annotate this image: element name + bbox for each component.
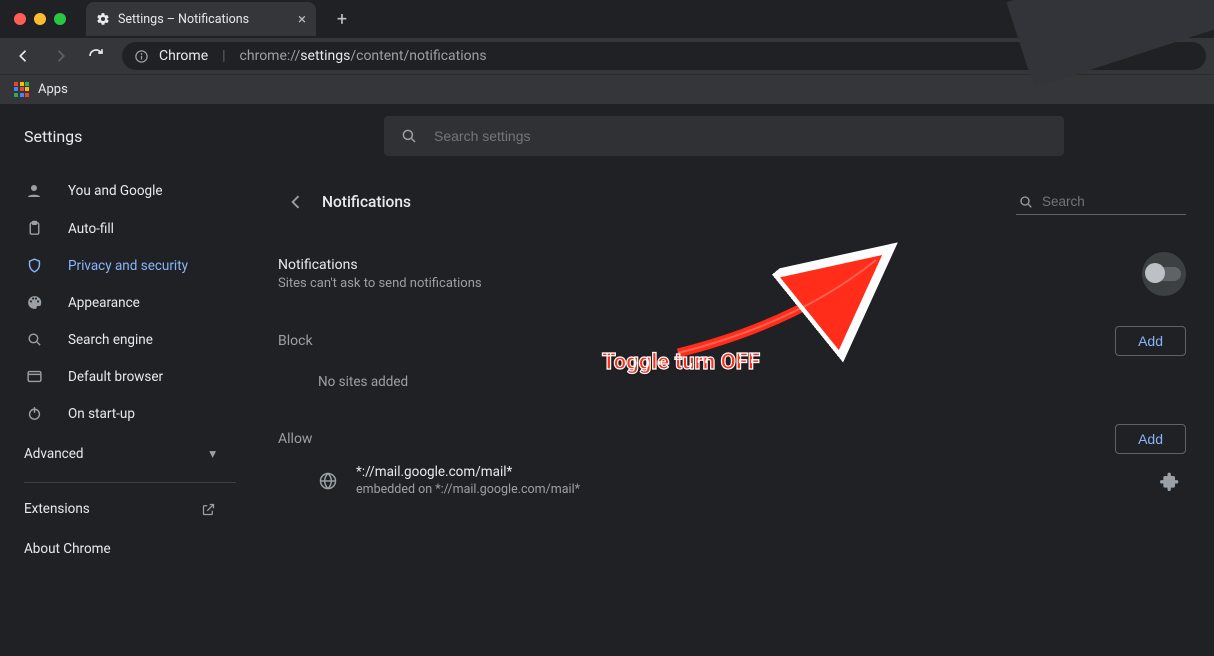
url-origin-label: Chrome xyxy=(159,48,208,64)
person-icon xyxy=(24,182,44,200)
settings-main: Notifications Notifications Sites can't … xyxy=(258,168,1214,569)
gear-icon xyxy=(96,12,110,26)
advanced-label: Advanced xyxy=(24,446,84,462)
sidebar-item-appearance[interactable]: Appearance xyxy=(0,284,244,321)
section-search[interactable] xyxy=(1016,190,1186,215)
separator: | xyxy=(222,48,225,64)
allow-section-header: Allow Add xyxy=(278,418,1186,454)
section-header: Notifications xyxy=(278,180,1214,224)
chevron-down-icon: ▾ xyxy=(209,446,216,462)
allow-label: Allow xyxy=(278,431,312,447)
globe-icon xyxy=(318,471,338,491)
clipboard-icon xyxy=(24,220,44,237)
search-icon xyxy=(400,127,418,145)
sidebar-item-search-engine[interactable]: Search engine xyxy=(0,321,244,358)
settings-sidebar: You and Google Auto-fill Privacy and sec… xyxy=(0,168,258,569)
sidebar-item-label: You and Google xyxy=(68,183,163,199)
allow-add-button[interactable]: Add xyxy=(1115,424,1186,454)
setting-title: Notifications xyxy=(278,257,1142,273)
window-minimize-icon[interactable] xyxy=(34,13,46,25)
shield-icon xyxy=(24,257,44,274)
forward-button[interactable] xyxy=(44,40,76,72)
toggle-track xyxy=(1147,267,1181,281)
back-arrow-button[interactable] xyxy=(278,184,314,220)
window-close-icon[interactable] xyxy=(14,13,26,25)
tab-title: Settings – Notifications xyxy=(118,12,290,27)
block-add-button[interactable]: Add xyxy=(1115,326,1186,356)
sidebar-item-on-startup[interactable]: On start-up xyxy=(0,395,244,432)
site-info-icon[interactable] xyxy=(134,49,149,64)
search-icon xyxy=(24,331,44,348)
settings-search[interactable] xyxy=(384,116,1064,156)
block-label: Block xyxy=(278,333,313,349)
reload-button[interactable] xyxy=(80,40,112,72)
page-title: Settings xyxy=(24,127,364,146)
settings-header: Settings xyxy=(0,104,1214,168)
section-title: Notifications xyxy=(322,193,411,211)
notifications-master-toggle-row: Notifications Sites can't ask to send no… xyxy=(278,248,1186,320)
annotation-text: Toggle turn OFF xyxy=(602,350,760,375)
close-icon[interactable]: × xyxy=(298,10,306,28)
sidebar-advanced-toggle[interactable]: Advanced ▾ xyxy=(0,432,258,476)
site-embed-note: embedded on *://mail.google.com/mail* xyxy=(356,482,1142,497)
sidebar-item-label: On start-up xyxy=(68,406,135,422)
sidebar-item-label: Search engine xyxy=(68,332,153,348)
new-tab-button[interactable]: + xyxy=(328,5,356,33)
sidebar-link-about[interactable]: About Chrome xyxy=(0,529,258,569)
extensions-label: Extensions xyxy=(24,501,90,517)
sidebar-link-extensions[interactable]: Extensions xyxy=(0,489,258,529)
apps-label[interactable]: Apps xyxy=(38,82,68,97)
sidebar-item-you-and-google[interactable]: You and Google xyxy=(0,172,244,210)
url-scheme: chrome:// xyxy=(240,48,301,64)
section-search-input[interactable] xyxy=(1042,194,1214,209)
back-button[interactable] xyxy=(8,40,40,72)
settings-search-input[interactable] xyxy=(434,128,1048,144)
url-host: settings xyxy=(300,48,350,64)
sidebar-item-label: Privacy and security xyxy=(68,258,188,274)
window-zoom-icon[interactable] xyxy=(54,13,66,25)
palette-icon xyxy=(24,294,44,311)
sidebar-item-privacy-security[interactable]: Privacy and security xyxy=(0,247,244,284)
sidebar-item-label: Appearance xyxy=(68,295,140,311)
search-icon xyxy=(1018,194,1034,210)
window-traffic-lights xyxy=(14,13,66,25)
sidebar-item-default-browser[interactable]: Default browser xyxy=(0,358,244,395)
notifications-toggle[interactable] xyxy=(1142,252,1186,296)
apps-grid-icon[interactable] xyxy=(14,82,30,98)
site-pattern: *://mail.google.com/mail* xyxy=(356,464,1142,480)
sidebar-item-label: Auto-fill xyxy=(68,221,114,237)
extension-icon[interactable] xyxy=(1160,471,1180,491)
browser-tab[interactable]: Settings – Notifications × xyxy=(86,2,316,36)
power-icon xyxy=(24,405,44,422)
toggle-knob xyxy=(1145,263,1165,283)
sidebar-item-autofill[interactable]: Auto-fill xyxy=(0,210,244,247)
sidebar-separator xyxy=(24,482,236,483)
about-label: About Chrome xyxy=(24,541,111,557)
sidebar-item-label: Default browser xyxy=(68,369,163,385)
url-path: /content/notifications xyxy=(350,48,486,64)
browser-icon xyxy=(24,368,44,385)
allow-site-row[interactable]: *://mail.google.com/mail* embedded on *:… xyxy=(278,454,1186,507)
setting-subtitle: Sites can't ask to send notifications xyxy=(278,276,1142,291)
open-external-icon xyxy=(201,502,216,517)
